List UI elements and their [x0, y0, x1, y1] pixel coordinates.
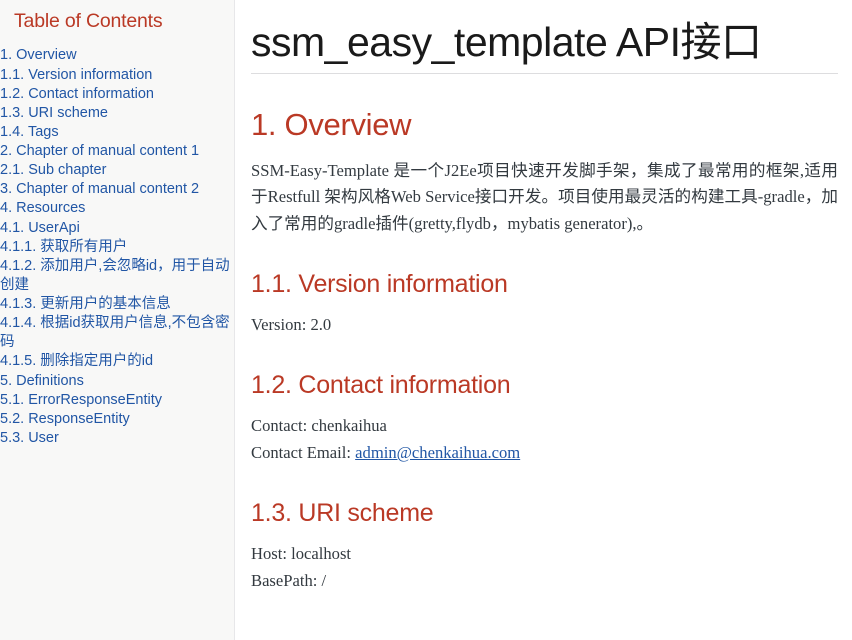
section-heading-contact-information: 1.2. Contact information	[251, 371, 511, 400]
toc-item: 3. Chapter of manual content 2	[0, 180, 234, 199]
toc-link[interactable]: 1.2. Contact information	[0, 85, 234, 104]
toc-title: Table of Contents	[14, 10, 163, 32]
toc-item: 1.2. Contact information	[0, 85, 234, 104]
toc-link[interactable]: 4. Resources	[0, 199, 234, 218]
toc-item: 5.3. User	[0, 429, 234, 448]
toc-link[interactable]: 1. Overview	[0, 46, 234, 65]
contact-name-line: Contact: chenkaihua	[251, 416, 387, 436]
section-heading-version-information: 1.1. Version information	[251, 270, 508, 299]
toc-item: 4. Resources	[0, 199, 234, 218]
main-content: ssm_easy_template API接口 1. Overview SSM-…	[236, 0, 852, 640]
toc-link[interactable]: 4.1.4. 根据id获取用户信息,不包含密码	[0, 314, 234, 352]
toc-item: 4.1.4. 根据id获取用户信息,不包含密码	[0, 314, 234, 352]
toc-item: 1.1. Version information	[0, 66, 234, 85]
toc-item: 4.1.1. 获取所有用户	[0, 238, 234, 257]
toc-link[interactable]: 4.1.1. 获取所有用户	[0, 238, 234, 257]
uri-host-line: Host: localhost	[251, 543, 352, 563]
toc-link[interactable]: 5.2. ResponseEntity	[0, 410, 234, 429]
contact-email-link[interactable]: admin@chenkaihua.com	[355, 443, 520, 462]
toc-item: 4.1.2. 添加用户,会忽略id，用于自动创建	[0, 257, 234, 295]
toc-item: 1.3. URI scheme	[0, 104, 234, 123]
overview-paragraph: SSM-Easy-Template 是一个J2Ee项目快速开发脚手架，集成了最常…	[251, 160, 838, 234]
uri-basepath-line: BasePath: /	[251, 570, 327, 590]
toc-link[interactable]: 4.1.5. 删除指定用户的id	[0, 352, 234, 371]
toc-item: 5.1. ErrorResponseEntity	[0, 391, 234, 410]
toc-link[interactable]: 1.1. Version information	[0, 66, 234, 85]
toc-link[interactable]: 1.3. URI scheme	[0, 104, 234, 123]
toc-list: 1. Overview 1.1. Version information 1.2. …	[0, 46, 234, 448]
toc-link[interactable]: 5.3. User	[0, 429, 234, 448]
toc-link[interactable]: 1.4. Tags	[0, 123, 234, 142]
version-line: Version: 2.0	[251, 315, 332, 335]
toc-item: 5. Definitions	[0, 372, 234, 391]
toc-link[interactable]: 4.1. UserApi	[0, 219, 234, 238]
toc-link[interactable]: 4.1.3. 更新用户的基本信息	[0, 295, 234, 314]
toc-item: 2.1. Sub chapter	[0, 161, 234, 180]
toc-link[interactable]: 4.1.2. 添加用户,会忽略id，用于自动创建	[0, 257, 234, 295]
toc-item: 2. Chapter of manual content 1	[0, 142, 234, 161]
section-heading-overview: 1. Overview	[251, 107, 412, 143]
toc-item: 1.4. Tags	[0, 123, 234, 142]
section-heading-uri-scheme: 1.3. URI scheme	[251, 498, 434, 527]
document-page: Table of Contents 1. Overview 1.1. Versio…	[0, 0, 852, 640]
toc-item: 1. Overview	[0, 46, 234, 65]
contact-email-label: Contact Email:	[251, 442, 356, 462]
toc-link[interactable]: 2.1. Sub chapter	[0, 161, 234, 180]
toc-item: 4.1. UserApi	[0, 219, 234, 238]
toc-link[interactable]: 5.1. ErrorResponseEntity	[0, 391, 234, 410]
toc-item: 5.2. ResponseEntity	[0, 410, 234, 429]
toc-item: 4.1.5. 删除指定用户的id	[0, 352, 234, 371]
page-title: ssm_easy_template API接口	[251, 18, 838, 75]
contact-email-line: Contact Email: admin@chenkaihua.com	[251, 440, 838, 467]
toc-item: 4.1.3. 更新用户的基本信息	[0, 295, 234, 314]
toc-link[interactable]: 5. Definitions	[0, 372, 234, 391]
toc-link[interactable]: 3. Chapter of manual content 2	[0, 180, 234, 199]
table-of-contents-sidebar: Table of Contents 1. Overview 1.1. Versio…	[0, 0, 235, 640]
toc-link[interactable]: 2. Chapter of manual content 1	[0, 142, 234, 161]
